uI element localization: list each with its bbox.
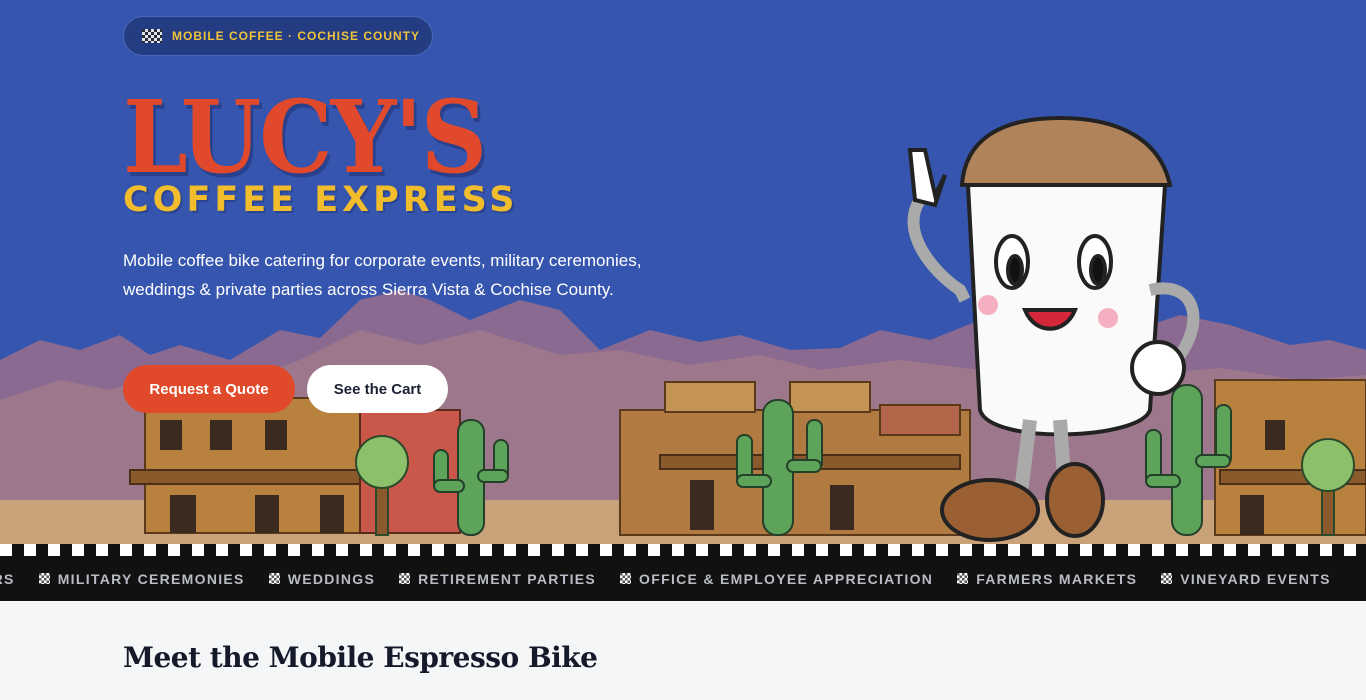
checkered-flag-icon bbox=[268, 573, 280, 584]
marquee-item: MILITARY CEREMONIES bbox=[38, 570, 245, 587]
checkered-flag-icon bbox=[957, 573, 969, 584]
checkered-divider bbox=[0, 544, 1366, 556]
checkered-flag-icon bbox=[1161, 573, 1173, 584]
badge-text: MOBILE COFFEE · COCHISE COUNTY bbox=[172, 29, 421, 43]
marquee-item: VINEYARD EVENTS bbox=[1161, 571, 1330, 587]
checkered-flag-icon bbox=[399, 573, 411, 584]
hero-banner: MOBILE COFFEE · COCHISE COUNTY LUCY'S CO… bbox=[0, 0, 1366, 544]
category-badge: MOBILE COFFEE · COCHISE COUNTY bbox=[123, 16, 433, 56]
checkered-flag-icon bbox=[620, 573, 632, 584]
marquee-item-label: OFFICE & EMPLOYEE APPRECIATION bbox=[639, 570, 934, 587]
marquee-item-label: RETIREMENT PARTIES bbox=[418, 570, 597, 587]
see-cart-button[interactable]: See the Cart bbox=[307, 365, 448, 413]
marquee-item-label: VINEYARD EVENTS bbox=[1180, 570, 1331, 587]
section-title: Meet the Mobile Espresso Bike bbox=[123, 641, 598, 674]
request-quote-button[interactable]: Request a Quote bbox=[123, 365, 295, 413]
logo-subtitle: COFFEE EXPRESS bbox=[123, 180, 519, 220]
checkered-flag-icon bbox=[38, 573, 50, 584]
marquee-item: ERS bbox=[0, 571, 15, 587]
logo-title: LUCY'S bbox=[123, 78, 487, 196]
marquee-item-label: WEDDINGS bbox=[287, 570, 376, 587]
marquee-item-label: ERS bbox=[0, 570, 15, 587]
marquee-item: FARMERS MARKETS bbox=[957, 571, 1137, 587]
marquee-item: OFFICE & EMPLOYEE APPRECIATION bbox=[620, 571, 933, 587]
marquee-item-label: MILITARY CEREMONIES bbox=[57, 570, 245, 587]
marquee-item: RETIREMENT PARTIES bbox=[399, 571, 596, 587]
hero-tagline: Mobile coffee bike catering for corporat… bbox=[123, 251, 642, 299]
marquee-item: WEDDINGS bbox=[268, 570, 376, 587]
event-types-marquee: ERS MILITARY CEREMONIES WEDDINGS RETIREM… bbox=[0, 556, 1366, 601]
checkered-flag-icon bbox=[142, 29, 162, 43]
marquee-item-label: FARMERS MARKETS bbox=[976, 570, 1138, 587]
intro-section: Meet the Mobile Espresso Bike bbox=[0, 601, 1366, 700]
